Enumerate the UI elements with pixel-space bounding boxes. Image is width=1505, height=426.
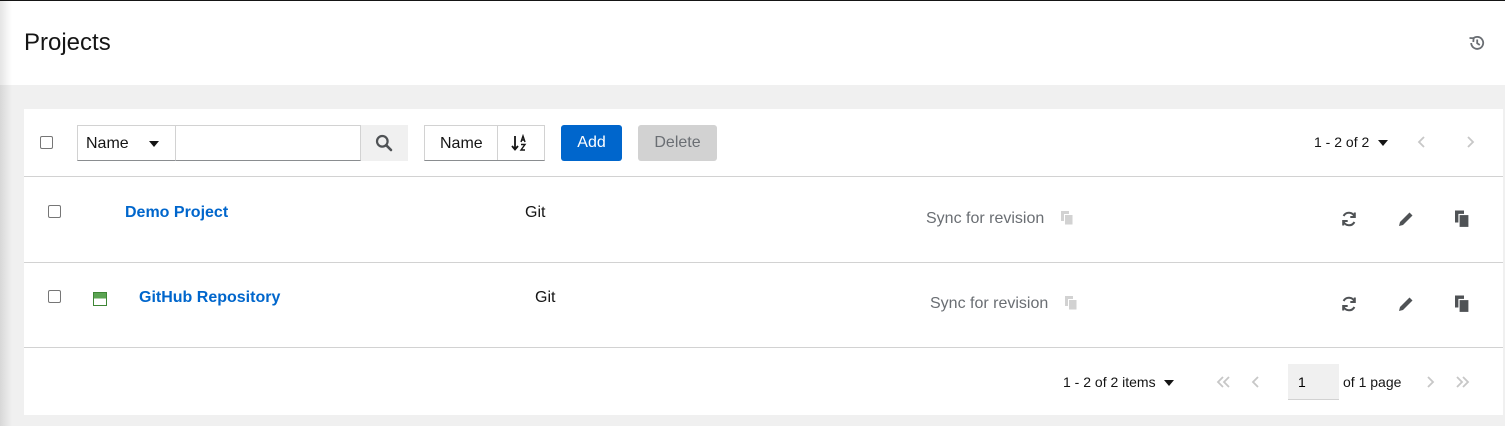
add-button[interactable]: Add	[561, 125, 622, 161]
edit-icon[interactable]	[1396, 294, 1416, 314]
select-all-checkbox[interactable]	[40, 136, 53, 149]
revision-text: Sync for revision	[926, 210, 1045, 227]
copy-icon[interactable]	[1452, 294, 1472, 314]
delete-button[interactable]: Delete	[638, 125, 717, 161]
scm-type: Git	[535, 289, 556, 306]
last-page-icon[interactable]	[1454, 375, 1470, 389]
sync-icon[interactable]	[1339, 294, 1359, 314]
table-row: Demo Project Git Sync for revision	[24, 178, 1503, 263]
projects-list-card: Name Name Add Delete 1 - 2 of 2 Demo Pro…	[24, 109, 1503, 415]
caret-down-icon	[149, 141, 159, 147]
previous-page-icon[interactable]	[1417, 135, 1427, 149]
row-checkbox[interactable]	[48, 205, 61, 218]
job-status-icon[interactable]	[93, 292, 107, 306]
page-header: Projects	[0, 1, 1505, 85]
items-count-toggle[interactable]: 1 - 2 of 2 items	[1063, 374, 1156, 390]
filter-field-select[interactable]: Name	[77, 125, 176, 161]
sort-alpha-down-icon[interactable]	[511, 134, 529, 152]
page-number-input[interactable]	[1288, 364, 1339, 400]
footer-previous-page-icon[interactable]	[1251, 375, 1261, 389]
pagination-toggle[interactable]: 1 - 2 of 2	[1314, 134, 1369, 150]
copy-revision-icon[interactable]	[1060, 210, 1074, 226]
sort-field-label: Name	[440, 135, 483, 152]
search-icon	[375, 134, 393, 152]
history-icon[interactable]	[1467, 33, 1487, 53]
page-title: Projects	[24, 29, 111, 56]
total-pages-label: of 1 page	[1343, 374, 1402, 390]
copy-icon[interactable]	[1452, 209, 1472, 229]
revision-text: Sync for revision	[930, 295, 1049, 312]
sync-icon[interactable]	[1339, 209, 1359, 229]
first-page-icon[interactable]	[1216, 375, 1232, 389]
search-button[interactable]	[361, 125, 408, 161]
scm-type: Git	[525, 204, 546, 221]
sort-control[interactable]: Name	[424, 125, 545, 161]
footer-pagination: 1 - 2 of 2 items of 1 page	[24, 349, 1503, 415]
next-page-icon[interactable]	[1465, 135, 1475, 149]
edit-icon[interactable]	[1396, 209, 1416, 229]
search-input[interactable]	[175, 125, 361, 161]
sort-divider	[497, 126, 498, 160]
copy-revision-icon[interactable]	[1064, 295, 1078, 311]
items-caret-icon[interactable]	[1164, 380, 1174, 386]
list-toolbar: Name Name Add Delete 1 - 2 of 2	[24, 109, 1503, 177]
footer-next-page-icon[interactable]	[1425, 375, 1435, 389]
project-name-link[interactable]: GitHub Repository	[139, 289, 280, 307]
row-checkbox[interactable]	[48, 290, 61, 303]
pagination-range-label: 1 - 2 of 2	[1314, 134, 1370, 150]
filter-field-label: Name	[86, 135, 129, 152]
project-name-link[interactable]: Demo Project	[125, 204, 228, 222]
pagination-caret-icon[interactable]	[1378, 140, 1388, 146]
table-row: GitHub Repository Git Sync for revision	[24, 263, 1503, 348]
